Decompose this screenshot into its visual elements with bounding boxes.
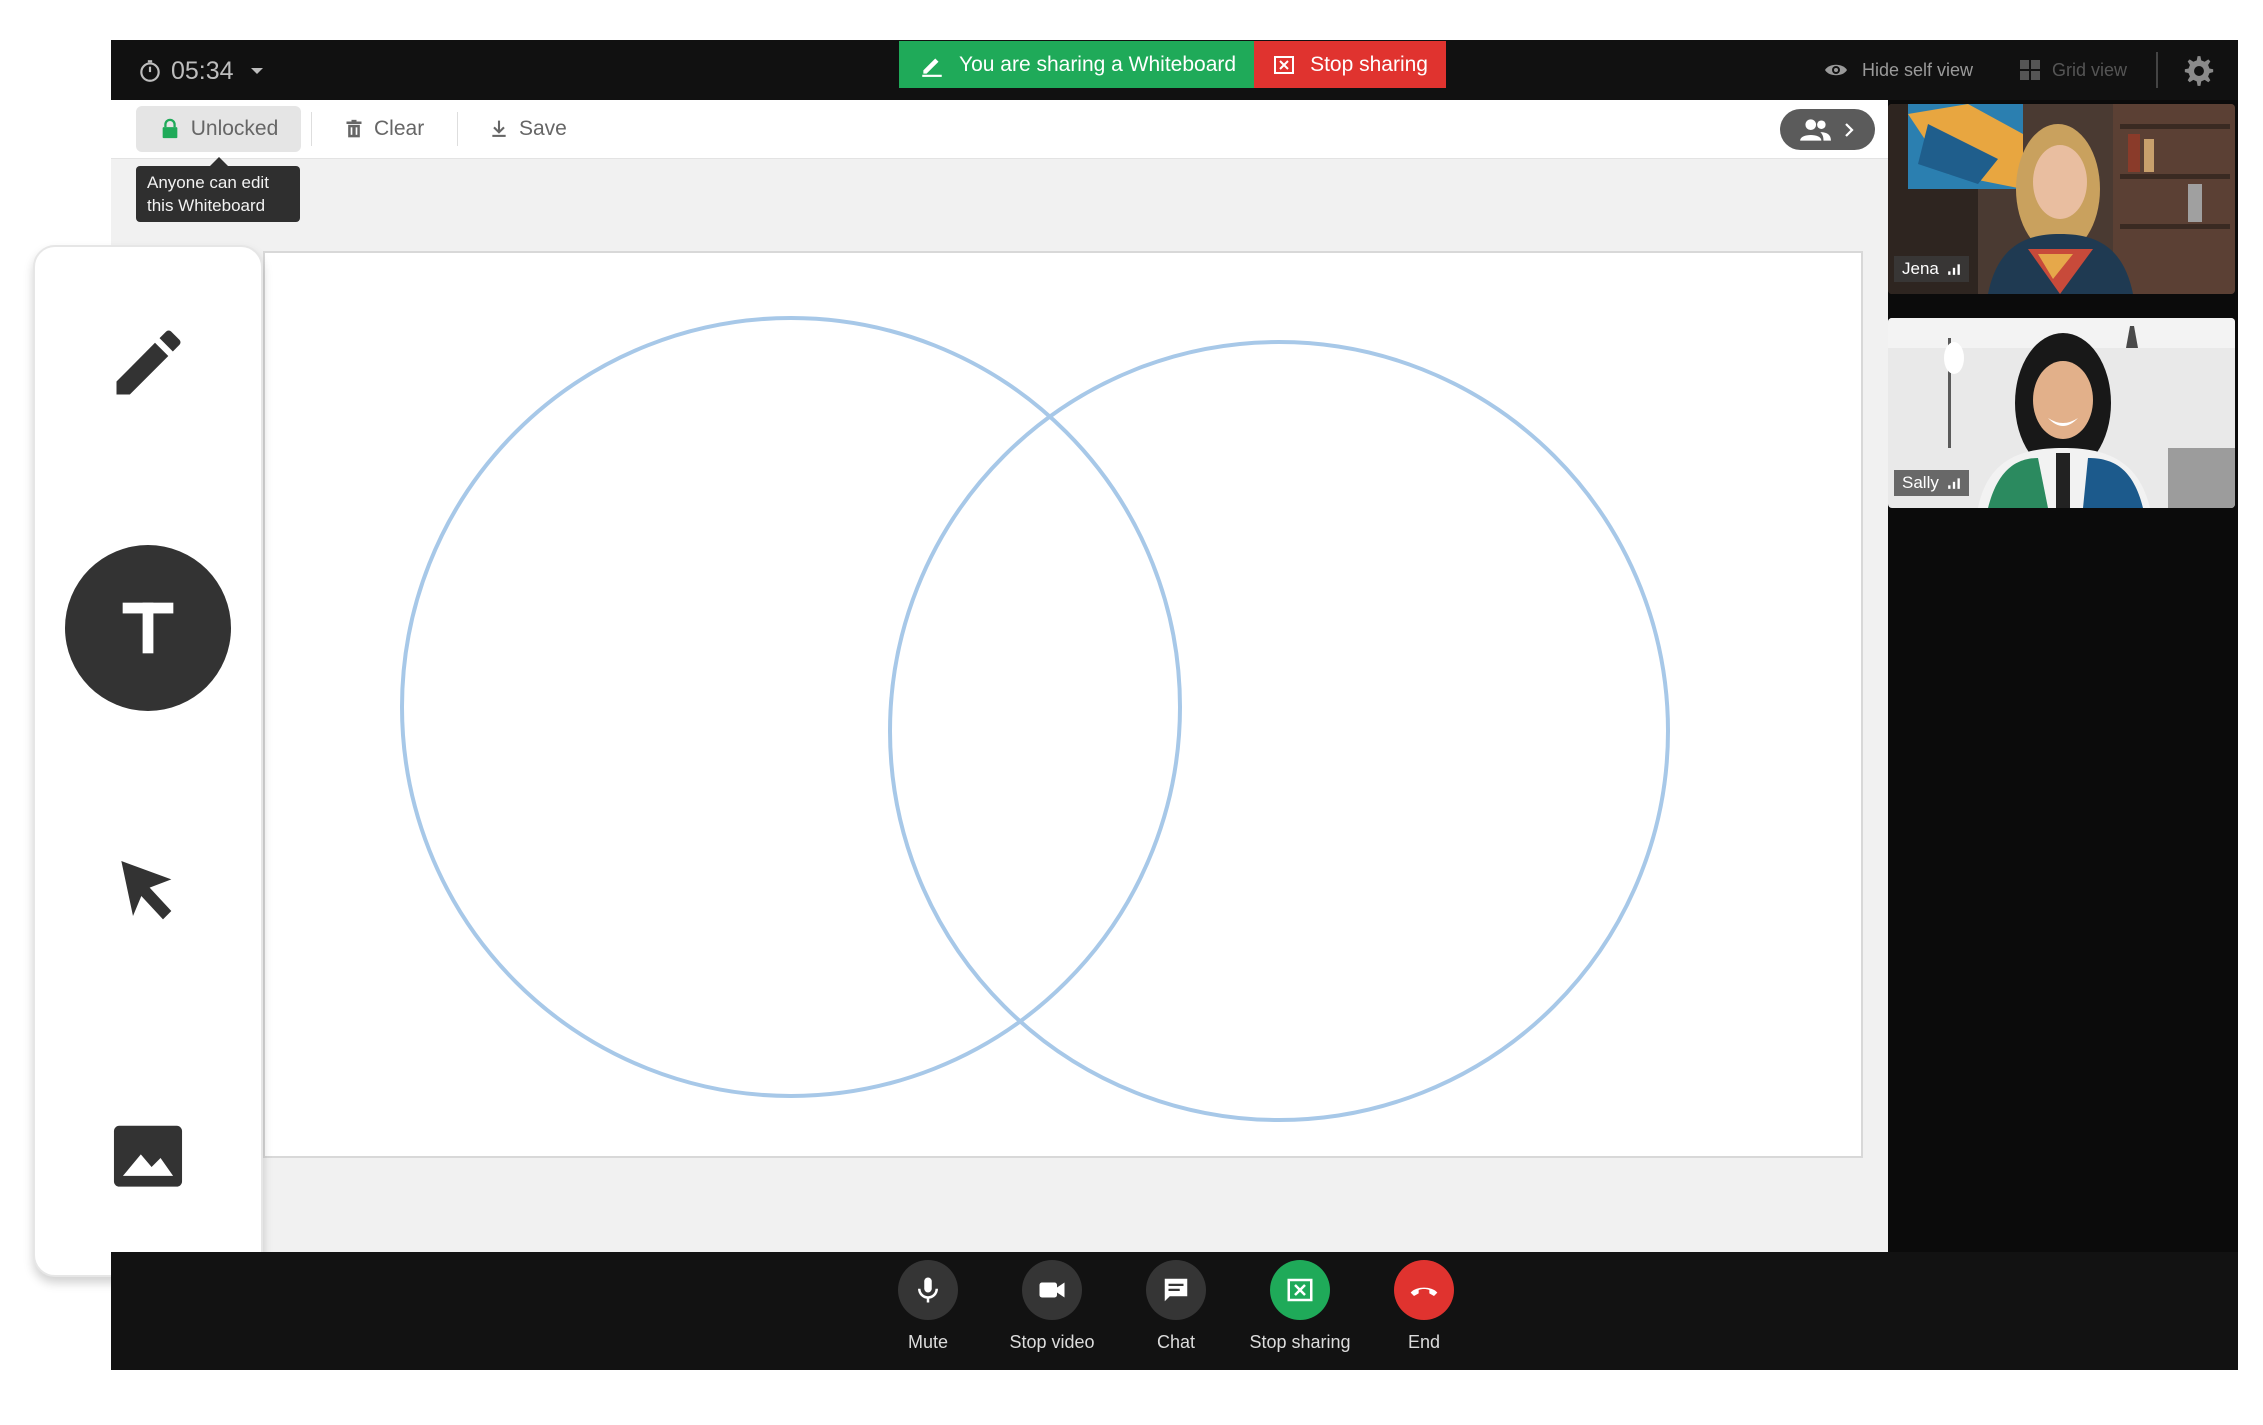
microphone-icon [918,1277,938,1303]
participant-name: Jena [1902,259,1939,278]
save-button[interactable]: Save [489,106,567,152]
sharing-banner-text: You are sharing a Whiteboard [959,52,1237,76]
end-call-button[interactable]: End [1354,1260,1494,1353]
chat-circle [1146,1260,1206,1320]
stop-sharing-label: Stop sharing [1310,52,1428,76]
chat-button[interactable]: Chat [1106,1260,1246,1353]
venn-circle-left[interactable] [400,316,1182,1098]
stop-sharing-banner-button[interactable]: Stop sharing [1254,41,1446,88]
sharing-banner: You are sharing a Whiteboard Stop sharin… [899,41,1446,88]
text-tool[interactable] [65,545,231,711]
video-circle [1022,1260,1082,1320]
mute-button[interactable]: Mute [858,1260,998,1353]
unlocked-label: Unlocked [190,117,279,140]
eye-icon [1825,64,1847,76]
mute-circle [898,1260,958,1320]
top-divider [2156,52,2158,88]
camera-icon [1039,1282,1065,1298]
stop-sharing-circle [1270,1260,1330,1320]
grid-view-button[interactable]: Grid view [2018,50,2127,90]
participant-name: Sally [1902,473,1939,492]
pointer-icon [121,861,172,920]
meeting-timer[interactable]: 05:34 [137,55,266,87]
save-label: Save [519,117,567,140]
grid-icon [2020,60,2040,80]
timer-icon [140,60,160,82]
participants-icon [1799,118,1831,141]
gear-icon [2184,56,2214,86]
participant-name-tag: Jena [1894,256,1969,282]
clear-button[interactable]: Clear [344,106,424,152]
mute-label: Mute [907,1332,949,1352]
stop-share-icon [1287,1278,1313,1302]
venn-diagram [400,316,1670,1122]
toolbar-divider [457,112,458,146]
end-label: End [1407,1332,1441,1352]
chat-icon [1164,1278,1188,1302]
tooltip-line1: Anyone can edit [147,173,269,192]
grid-view-label: Grid view [2052,59,2128,80]
video-tile-jena[interactable]: Jena [1888,104,2235,294]
stop-share-icon [1274,55,1295,74]
download-icon [492,120,506,137]
chevron-right-icon [1844,122,1854,137]
hide-self-view-button[interactable]: Hide self view [1820,50,1973,90]
image-tool[interactable] [65,1075,231,1241]
chat-label: Chat [1156,1332,1196,1352]
pencil-icon [116,330,181,395]
timer-value: 05:34 [171,56,234,85]
image-icon [113,1125,183,1187]
toolbar-divider [311,112,312,146]
text-icon [122,602,174,654]
signal-icon [1948,264,1960,275]
participants-toggle-button[interactable] [1780,109,1875,150]
pencil-tool[interactable] [65,280,231,446]
hang-up-icon [1410,1287,1438,1296]
trash-icon [346,119,362,138]
lock-icon [162,118,178,139]
signal-icon [1948,478,1960,489]
stop-sharing-button[interactable]: Stop sharing [1230,1260,1370,1353]
clear-label: Clear [374,117,425,140]
participant-name-tag: Sally [1894,470,1969,496]
hide-self-view-label: Hide self view [1862,59,1974,80]
stop-video-button[interactable]: Stop video [982,1260,1122,1353]
pencil-icon [922,58,942,77]
whiteboard-canvas[interactable] [263,251,1863,1158]
venn-circle-right[interactable] [888,340,1670,1122]
stop-video-label: Stop video [1009,1332,1095,1352]
settings-button[interactable] [2182,54,2216,88]
sharing-status: You are sharing a Whiteboard [899,41,1255,88]
stop-sharing-control-label: Stop sharing [1249,1332,1351,1352]
end-circle [1394,1260,1454,1320]
video-tile-sally[interactable]: Sally [1888,318,2235,508]
unlock-toggle-button[interactable]: Unlocked [136,106,301,152]
chevron-down-icon [250,68,263,74]
unlock-tooltip: Anyone can edit this Whiteboard [136,157,300,222]
pointer-tool[interactable] [65,808,231,974]
tooltip-line2: this Whiteboard [147,196,266,215]
